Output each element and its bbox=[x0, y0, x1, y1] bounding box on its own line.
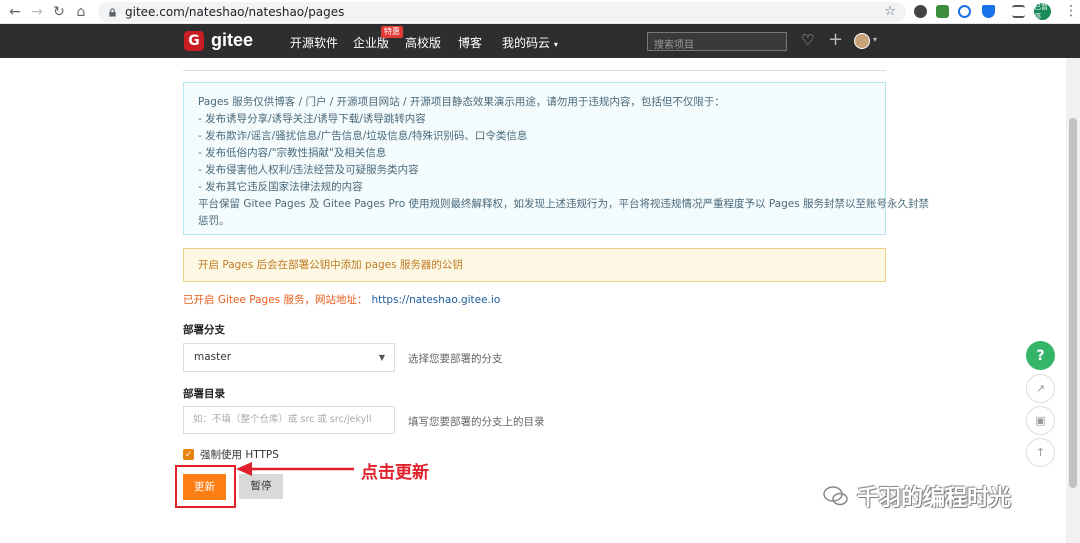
bookmark-star-icon[interactable]: ☆ bbox=[884, 4, 896, 19]
reload-icon[interactable]: ↻ bbox=[48, 1, 70, 23]
force-https-label: 强制使用 HTTPS bbox=[200, 449, 279, 461]
site-header: G gitee 开源软件 企业版 特惠 高校版 博客 我的码云 ▾ 搜索项目 ♡… bbox=[0, 24, 1080, 58]
shield-icon[interactable] bbox=[982, 5, 995, 18]
home-icon[interactable]: ⌂ bbox=[70, 1, 92, 23]
pages-key-warning: 开启 Pages 后会在部署公钥中添加 pages 服务器的公钥 bbox=[183, 248, 886, 282]
nav-badge: 特惠 bbox=[381, 26, 403, 38]
branch-select[interactable]: master ▼ bbox=[183, 343, 395, 372]
site-url-link[interactable]: https://nateshao.gitee.io bbox=[372, 294, 501, 306]
scrollbar-thumb[interactable] bbox=[1069, 118, 1077, 488]
notice-line: 平台保留 Gitee Pages 及 Gitee Pages Pro 使用规则最… bbox=[198, 198, 930, 210]
force-https-row[interactable]: ✓ 强制使用 HTTPS bbox=[183, 447, 279, 462]
pages-status: 已开启 Gitee Pages 服务，网站地址： https://nateshao… bbox=[183, 292, 500, 307]
url-text: gitee.com/nateshao/nateshao/pages bbox=[125, 5, 345, 19]
search-input[interactable]: 搜索项目 bbox=[647, 32, 787, 51]
back-to-top-icon[interactable]: ↑ bbox=[1026, 438, 1055, 467]
gitee-logo[interactable]: G gitee bbox=[184, 30, 253, 51]
directory-input[interactable]: 如：不填（整个仓库）或 src 或 src/jekyll bbox=[183, 406, 395, 434]
notice-line: - 发布低俗内容/"宗教性捐献"及相关信息 bbox=[198, 147, 387, 159]
chevron-down-icon[interactable]: ▾ bbox=[873, 35, 877, 44]
lock-icon bbox=[109, 7, 116, 17]
notice-line: - 发布侵害他人权利/违法经营及可疑服务类内容 bbox=[198, 164, 419, 176]
notice-line: 惩罚。 bbox=[198, 215, 230, 227]
divider bbox=[183, 70, 886, 71]
browser-menu-icon[interactable]: ⋮ bbox=[1064, 3, 1078, 19]
annotation-arrow bbox=[236, 462, 354, 476]
comment-icon[interactable]: ▣ bbox=[1026, 406, 1055, 435]
nav-education[interactable]: 高校版 bbox=[405, 34, 441, 51]
gitee-logo-icon: G bbox=[184, 30, 204, 51]
help-button[interactable]: ? bbox=[1026, 341, 1055, 370]
notice-line: - 发布其它违反国家法律法规的内容 bbox=[198, 181, 363, 193]
reading-list-icon[interactable] bbox=[1012, 5, 1025, 18]
watermark: 千羽的编程时光 bbox=[823, 480, 1011, 512]
plus-icon[interactable]: + bbox=[828, 29, 843, 50]
nav-open-source[interactable]: 开源软件 bbox=[290, 34, 338, 51]
notice-line: Pages 服务仅供博客 / 门户 / 开源项目网站 / 开源项目静态效果演示用… bbox=[198, 96, 725, 108]
watermark-text: 千羽的编程时光 bbox=[857, 486, 1012, 511]
back-icon[interactable]: ← bbox=[4, 1, 26, 23]
bell-icon[interactable]: ♡ bbox=[801, 31, 814, 49]
chevron-down-icon: ▾ bbox=[553, 40, 558, 49]
force-https-checkbox[interactable]: ✓ bbox=[183, 449, 194, 460]
notice-line: - 发布欺诈/谣言/骚扰信息/广告信息/垃圾信息/特殊识别码、口令类信息 bbox=[198, 130, 528, 142]
branch-hint: 选择您要部署的分支 bbox=[408, 353, 503, 365]
branch-label: 部署分支 bbox=[183, 324, 225, 336]
share-icon[interactable]: ↗ bbox=[1026, 374, 1055, 403]
notice-line: - 发布诱导分享/诱导关注/诱导下载/诱导跳转内容 bbox=[198, 113, 426, 125]
highlight-box bbox=[175, 465, 236, 508]
directory-hint: 填写您要部署的分支上的目录 bbox=[408, 416, 545, 428]
user-avatar[interactable] bbox=[854, 33, 870, 49]
extension-icon[interactable] bbox=[936, 5, 949, 18]
wechat-icon bbox=[823, 486, 848, 506]
extension-icon[interactable] bbox=[958, 5, 971, 18]
pause-button[interactable]: 暂停 bbox=[239, 474, 283, 499]
extension-icon[interactable] bbox=[914, 5, 927, 18]
annotation-text: 点击更新 bbox=[361, 463, 429, 483]
caret-down-icon: ▼ bbox=[378, 353, 385, 362]
page-scrollbar[interactable] bbox=[1066, 58, 1080, 543]
address-bar[interactable]: gitee.com/nateshao/nateshao/pages ☆ bbox=[98, 2, 906, 22]
status-text: 已开启 Gitee Pages 服务，网站地址： bbox=[183, 294, 368, 306]
browser-toolbar: ← → ↻ ⌂ gitee.com/nateshao/nateshao/page… bbox=[0, 0, 1080, 24]
branch-select-value: master bbox=[194, 351, 232, 363]
nav-blog[interactable]: 博客 bbox=[458, 34, 482, 51]
nav-my-gitee-label: 我的码云 bbox=[502, 36, 551, 50]
profile-avatar[interactable]: 已暂停 bbox=[1034, 3, 1051, 21]
forward-icon[interactable]: → bbox=[26, 1, 48, 23]
pages-usage-notice: Pages 服务仅供博客 / 门户 / 开源项目网站 / 开源项目静态效果演示用… bbox=[183, 82, 930, 235]
nav-my-gitee[interactable]: 我的码云 ▾ bbox=[502, 34, 558, 51]
directory-label: 部署目录 bbox=[183, 388, 225, 400]
